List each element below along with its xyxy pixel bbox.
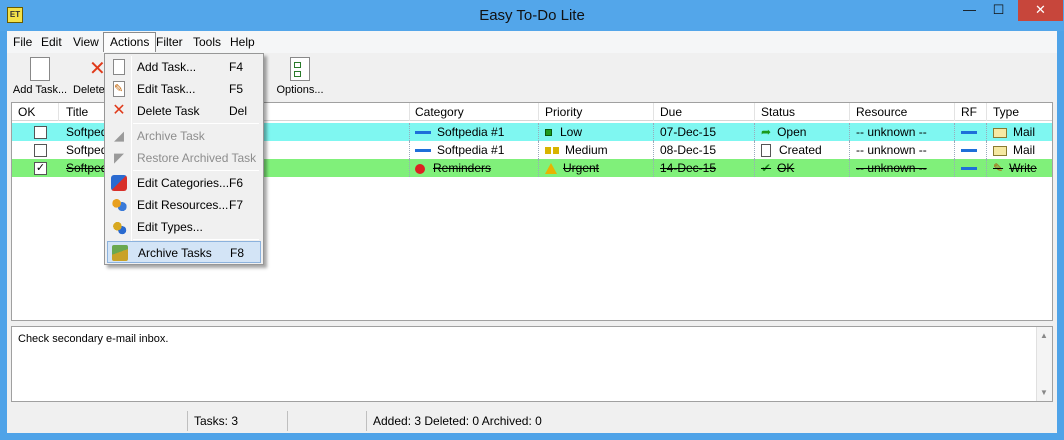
delete-task-icon: ✕ — [112, 102, 126, 119]
task-rf — [955, 159, 987, 177]
task-status: Created — [755, 141, 850, 159]
menu-archive-task[interactable]: ◢ Archive Task — [107, 125, 261, 147]
options-icon — [290, 57, 310, 81]
archive-tasks-icon — [112, 245, 128, 261]
menu-bar: File Edit View Actions Filter Tools Help — [7, 31, 1057, 53]
close-button[interactable]: ✕ — [1018, 0, 1063, 21]
task-resource: -- unknown -- — [850, 123, 955, 141]
mail-icon — [993, 145, 1007, 156]
mail-icon — [993, 127, 1007, 138]
add-task-icon — [113, 59, 125, 75]
menu-add-task[interactable]: Add Task... F4 — [107, 56, 261, 78]
task-resource: -- unknown -- — [850, 159, 955, 177]
add-task-label: Add Task... — [12, 84, 68, 96]
add-task-button[interactable]: Add Task... — [11, 57, 69, 96]
menu-separator — [133, 170, 259, 171]
menu-delete-task[interactable]: ✕ Delete Task Del — [107, 100, 261, 122]
task-rf — [955, 141, 987, 159]
task-category: Softpedia #1 — [409, 141, 539, 159]
status-task-count: Tasks: 3 — [187, 411, 287, 431]
low-priority-icon — [545, 129, 552, 137]
done-checkbox[interactable]: ✓ — [34, 162, 47, 175]
col-ok[interactable]: OK — [12, 103, 59, 121]
menu-edit-resources[interactable]: Edit Resources... F7 — [107, 194, 261, 216]
types-icon — [111, 219, 127, 235]
menu-restore-archived-task[interactable]: ◤ Restore Archived Task — [107, 147, 261, 169]
notes-textarea[interactable]: Check secondary e-mail inbox. ▲ ▼ — [11, 326, 1053, 402]
task-type: Mail — [987, 141, 1052, 159]
scroll-up-icon[interactable]: ▲ — [1040, 331, 1048, 340]
status-bar: Tasks: 3 Added: 3 Deleted: 0 Archived: 0 — [7, 408, 1057, 433]
notes-scrollbar[interactable]: ▲ ▼ — [1036, 327, 1052, 401]
task-due: 14-Dec-15 — [654, 159, 755, 177]
task-priority: Urgent — [539, 159, 654, 177]
menu-edit-categories[interactable]: Edit Categories... F6 — [107, 172, 261, 194]
menu-edit-types[interactable]: Edit Types... — [107, 216, 261, 238]
task-due: 08-Dec-15 — [654, 141, 755, 159]
open-arrow-icon: ➦ — [761, 125, 772, 139]
task-category: Softpedia #1 — [409, 123, 539, 141]
task-priority: Low — [539, 123, 654, 141]
categories-icon — [111, 175, 127, 191]
menu-separator — [133, 123, 259, 124]
task-due: 07-Dec-15 — [654, 123, 755, 141]
task-priority: Medium — [539, 141, 654, 159]
menu-help[interactable]: Help — [224, 32, 261, 52]
category-bar-icon — [415, 131, 431, 135]
restore-task-icon: ◤ — [114, 150, 124, 165]
menu-edit[interactable]: Edit — [35, 32, 68, 52]
task-category: Reminders — [409, 159, 539, 177]
rf-bar-icon — [961, 149, 977, 153]
menu-filter[interactable]: Filter — [150, 32, 189, 52]
created-doc-icon — [761, 144, 771, 158]
col-type[interactable]: Type — [987, 103, 1052, 121]
task-status: ➦ Open — [755, 123, 850, 141]
done-checkbox[interactable] — [34, 144, 47, 157]
rf-bar-icon — [961, 167, 977, 171]
resources-icon — [111, 197, 127, 213]
scroll-down-icon[interactable]: ▼ — [1040, 388, 1048, 397]
done-checkbox[interactable] — [34, 126, 47, 139]
menu-actions[interactable]: Actions — [103, 32, 157, 52]
pencil-icon: ✎ — [993, 161, 1004, 175]
task-status: ✔ OK — [755, 159, 850, 177]
add-task-icon — [30, 57, 50, 81]
delete-label: Delete — [73, 84, 105, 96]
medium-priority-icon — [545, 147, 559, 155]
menu-separator — [133, 239, 259, 240]
notes-text: Check secondary e-mail inbox. — [18, 333, 169, 345]
col-resource[interactable]: Resource — [850, 103, 955, 121]
col-status[interactable]: Status — [755, 103, 850, 121]
menu-tools[interactable]: Tools — [187, 32, 227, 52]
status-summary: Added: 3 Deleted: 0 Archived: 0 — [366, 411, 666, 431]
task-type: Mail — [987, 123, 1052, 141]
app-window: ET Easy To-Do Lite — ☐ ✕ File Edit View … — [0, 0, 1064, 440]
col-priority[interactable]: Priority — [539, 103, 654, 121]
maximize-button[interactable]: ☐ — [985, 0, 1012, 21]
col-category[interactable]: Category — [409, 103, 539, 121]
pushpin-icon — [415, 163, 425, 174]
minimize-button[interactable]: — — [956, 0, 983, 21]
col-due[interactable]: Due — [654, 103, 755, 121]
title-bar[interactable]: ET Easy To-Do Lite — ☐ ✕ — [0, 0, 1064, 31]
category-bar-icon — [415, 149, 431, 153]
menu-archive-tasks[interactable]: Archive Tasks F8 — [107, 241, 261, 263]
ok-check-icon: ✔ — [761, 161, 772, 175]
archive-task-icon: ◢ — [114, 128, 124, 143]
status-empty — [287, 411, 367, 431]
options-label: Options... — [276, 84, 324, 96]
options-button[interactable]: Options... — [275, 57, 325, 96]
task-rf — [955, 123, 987, 141]
task-type: ✎ Write — [993, 161, 1037, 175]
menu-file[interactable]: File — [7, 32, 38, 52]
task-resource: -- unknown -- — [850, 141, 955, 159]
col-rf[interactable]: RF — [955, 103, 987, 121]
window-title: Easy To-Do Lite — [479, 7, 585, 24]
urgent-warning-icon — [545, 163, 557, 175]
rf-bar-icon — [961, 131, 977, 135]
menu-edit-task[interactable]: ✎ Edit Task... F5 — [107, 78, 261, 100]
menu-view[interactable]: View — [67, 32, 105, 52]
edit-task-icon: ✎ — [113, 81, 125, 97]
actions-dropdown-menu: Add Task... F4 ✎ Edit Task... F5 ✕ Delete … — [104, 53, 264, 265]
